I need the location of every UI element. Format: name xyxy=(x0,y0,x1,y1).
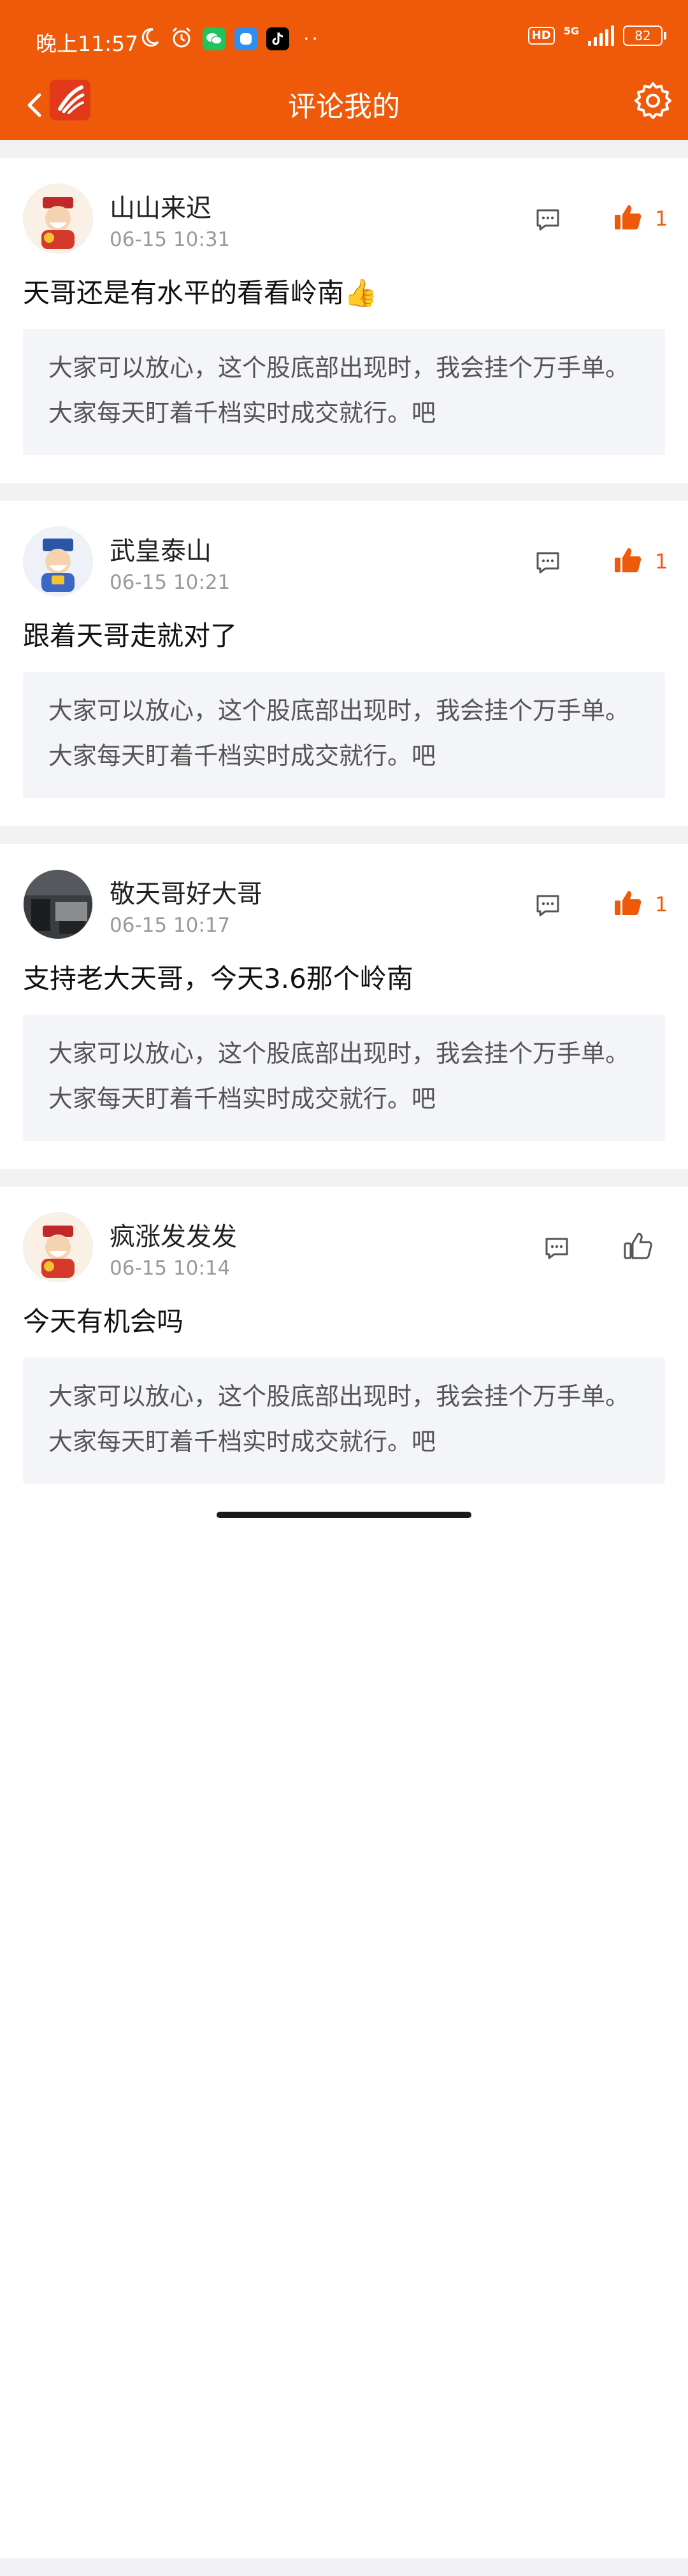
more-notifications: ·· xyxy=(303,27,321,50)
comment-card[interactable]: 疯涨发发发 06-15 10:14 今天有机会吗 大家可以放心，这个股底部出现时… xyxy=(0,1187,688,2558)
avatar[interactable] xyxy=(23,526,93,597)
reply-icon[interactable] xyxy=(534,205,562,233)
comment-card[interactable]: 武皇泰山 06-15 10:21 1 跟着天哥走就对了 大家可以放心，这个股底部… xyxy=(0,501,688,826)
thumbs-up-icon xyxy=(613,203,642,235)
app-header: 晚上11:57 ·· HD 5G 82 评论我的 xyxy=(0,0,688,140)
comment-time: 06-15 10:17 xyxy=(110,914,231,937)
tiktok-icon xyxy=(266,27,289,50)
username[interactable]: 疯涨发发发 xyxy=(110,1216,237,1253)
comment-time: 06-15 10:31 xyxy=(110,228,231,251)
username[interactable]: 武皇泰山 xyxy=(110,530,211,567)
comment-text: 跟着天哥走就对了 xyxy=(23,620,238,651)
gear-icon[interactable] xyxy=(632,80,674,122)
avatar[interactable] xyxy=(23,1212,93,1282)
username[interactable]: 山山来迟 xyxy=(110,187,211,224)
thumbs-up-outline-icon xyxy=(623,1231,652,1263)
like-count: 1 xyxy=(655,549,668,574)
comment-text: 天哥还是有水平的看看岭南👍 xyxy=(23,277,378,308)
signal-icon xyxy=(588,25,614,46)
reply-icon[interactable] xyxy=(534,548,562,576)
message-app-icon xyxy=(234,27,257,50)
battery-icon: 82 xyxy=(623,25,666,46)
comment-text: 今天有机会吗 xyxy=(23,1306,184,1337)
like-button[interactable]: 1 xyxy=(613,546,668,577)
comment-feed: 山山来迟 06-15 10:31 1 天哥还是有水平的看看岭南👍 大家可以放心，… xyxy=(0,158,688,2576)
like-button[interactable]: 1 xyxy=(613,203,668,235)
comment-card[interactable]: 敬天哥好大哥 06-15 10:17 1 支持老大天哥，今天3.6那个岭南 大家… xyxy=(0,844,688,1169)
avatar[interactable] xyxy=(23,184,93,254)
hd-badge: HD xyxy=(527,27,555,45)
like-button[interactable]: 1 xyxy=(613,888,668,920)
network-type: 5G xyxy=(563,24,579,37)
comment-time: 06-15 10:14 xyxy=(110,1257,231,1280)
thumbs-up-icon xyxy=(613,888,642,920)
status-bar: 晚上11:57 ·· HD 5G 82 xyxy=(0,0,688,80)
comment-card[interactable]: 山山来迟 06-15 10:31 1 天哥还是有水平的看看岭南👍 大家可以放心，… xyxy=(0,158,688,483)
avatar[interactable] xyxy=(23,869,93,939)
like-button[interactable] xyxy=(623,1231,665,1263)
quoted-post[interactable]: 大家可以放心，这个股底部出现时，我会挂个万手单。大家每天盯着千档实时成交就行。吧 xyxy=(23,1357,665,1484)
wechat-icon xyxy=(203,27,226,50)
alarm-icon xyxy=(169,25,194,52)
quoted-post[interactable]: 大家可以放心，这个股底部出现时，我会挂个万手单。大家每天盯着千档实时成交就行。吧 xyxy=(23,1015,665,1141)
comment-time: 06-15 10:21 xyxy=(110,571,231,594)
page-title: 评论我的 xyxy=(288,90,400,123)
system-indicators: HD 5G 82 xyxy=(527,24,666,46)
like-count: 1 xyxy=(655,892,668,916)
quoted-post[interactable]: 大家可以放心，这个股底部出现时，我会挂个万手单。大家每天盯着千档实时成交就行。吧 xyxy=(23,329,665,455)
reply-icon[interactable] xyxy=(534,891,562,919)
like-count: 1 xyxy=(655,206,668,231)
moon-icon xyxy=(139,27,161,51)
quoted-post[interactable]: 大家可以放心，这个股底部出现时，我会挂个万手单。大家每天盯着千档实时成交就行。吧 xyxy=(23,672,665,798)
comment-text: 支持老大天哥，今天3.6那个岭南 xyxy=(23,963,413,994)
nav-bar: 评论我的 xyxy=(0,80,688,140)
notification-icons: ·· xyxy=(139,25,320,52)
status-time: 晚上11:57 xyxy=(36,31,139,56)
home-indicator[interactable] xyxy=(217,1512,471,1518)
username[interactable]: 敬天哥好大哥 xyxy=(110,873,262,910)
thumbs-up-icon xyxy=(613,546,642,577)
reply-icon[interactable] xyxy=(543,1234,571,1262)
